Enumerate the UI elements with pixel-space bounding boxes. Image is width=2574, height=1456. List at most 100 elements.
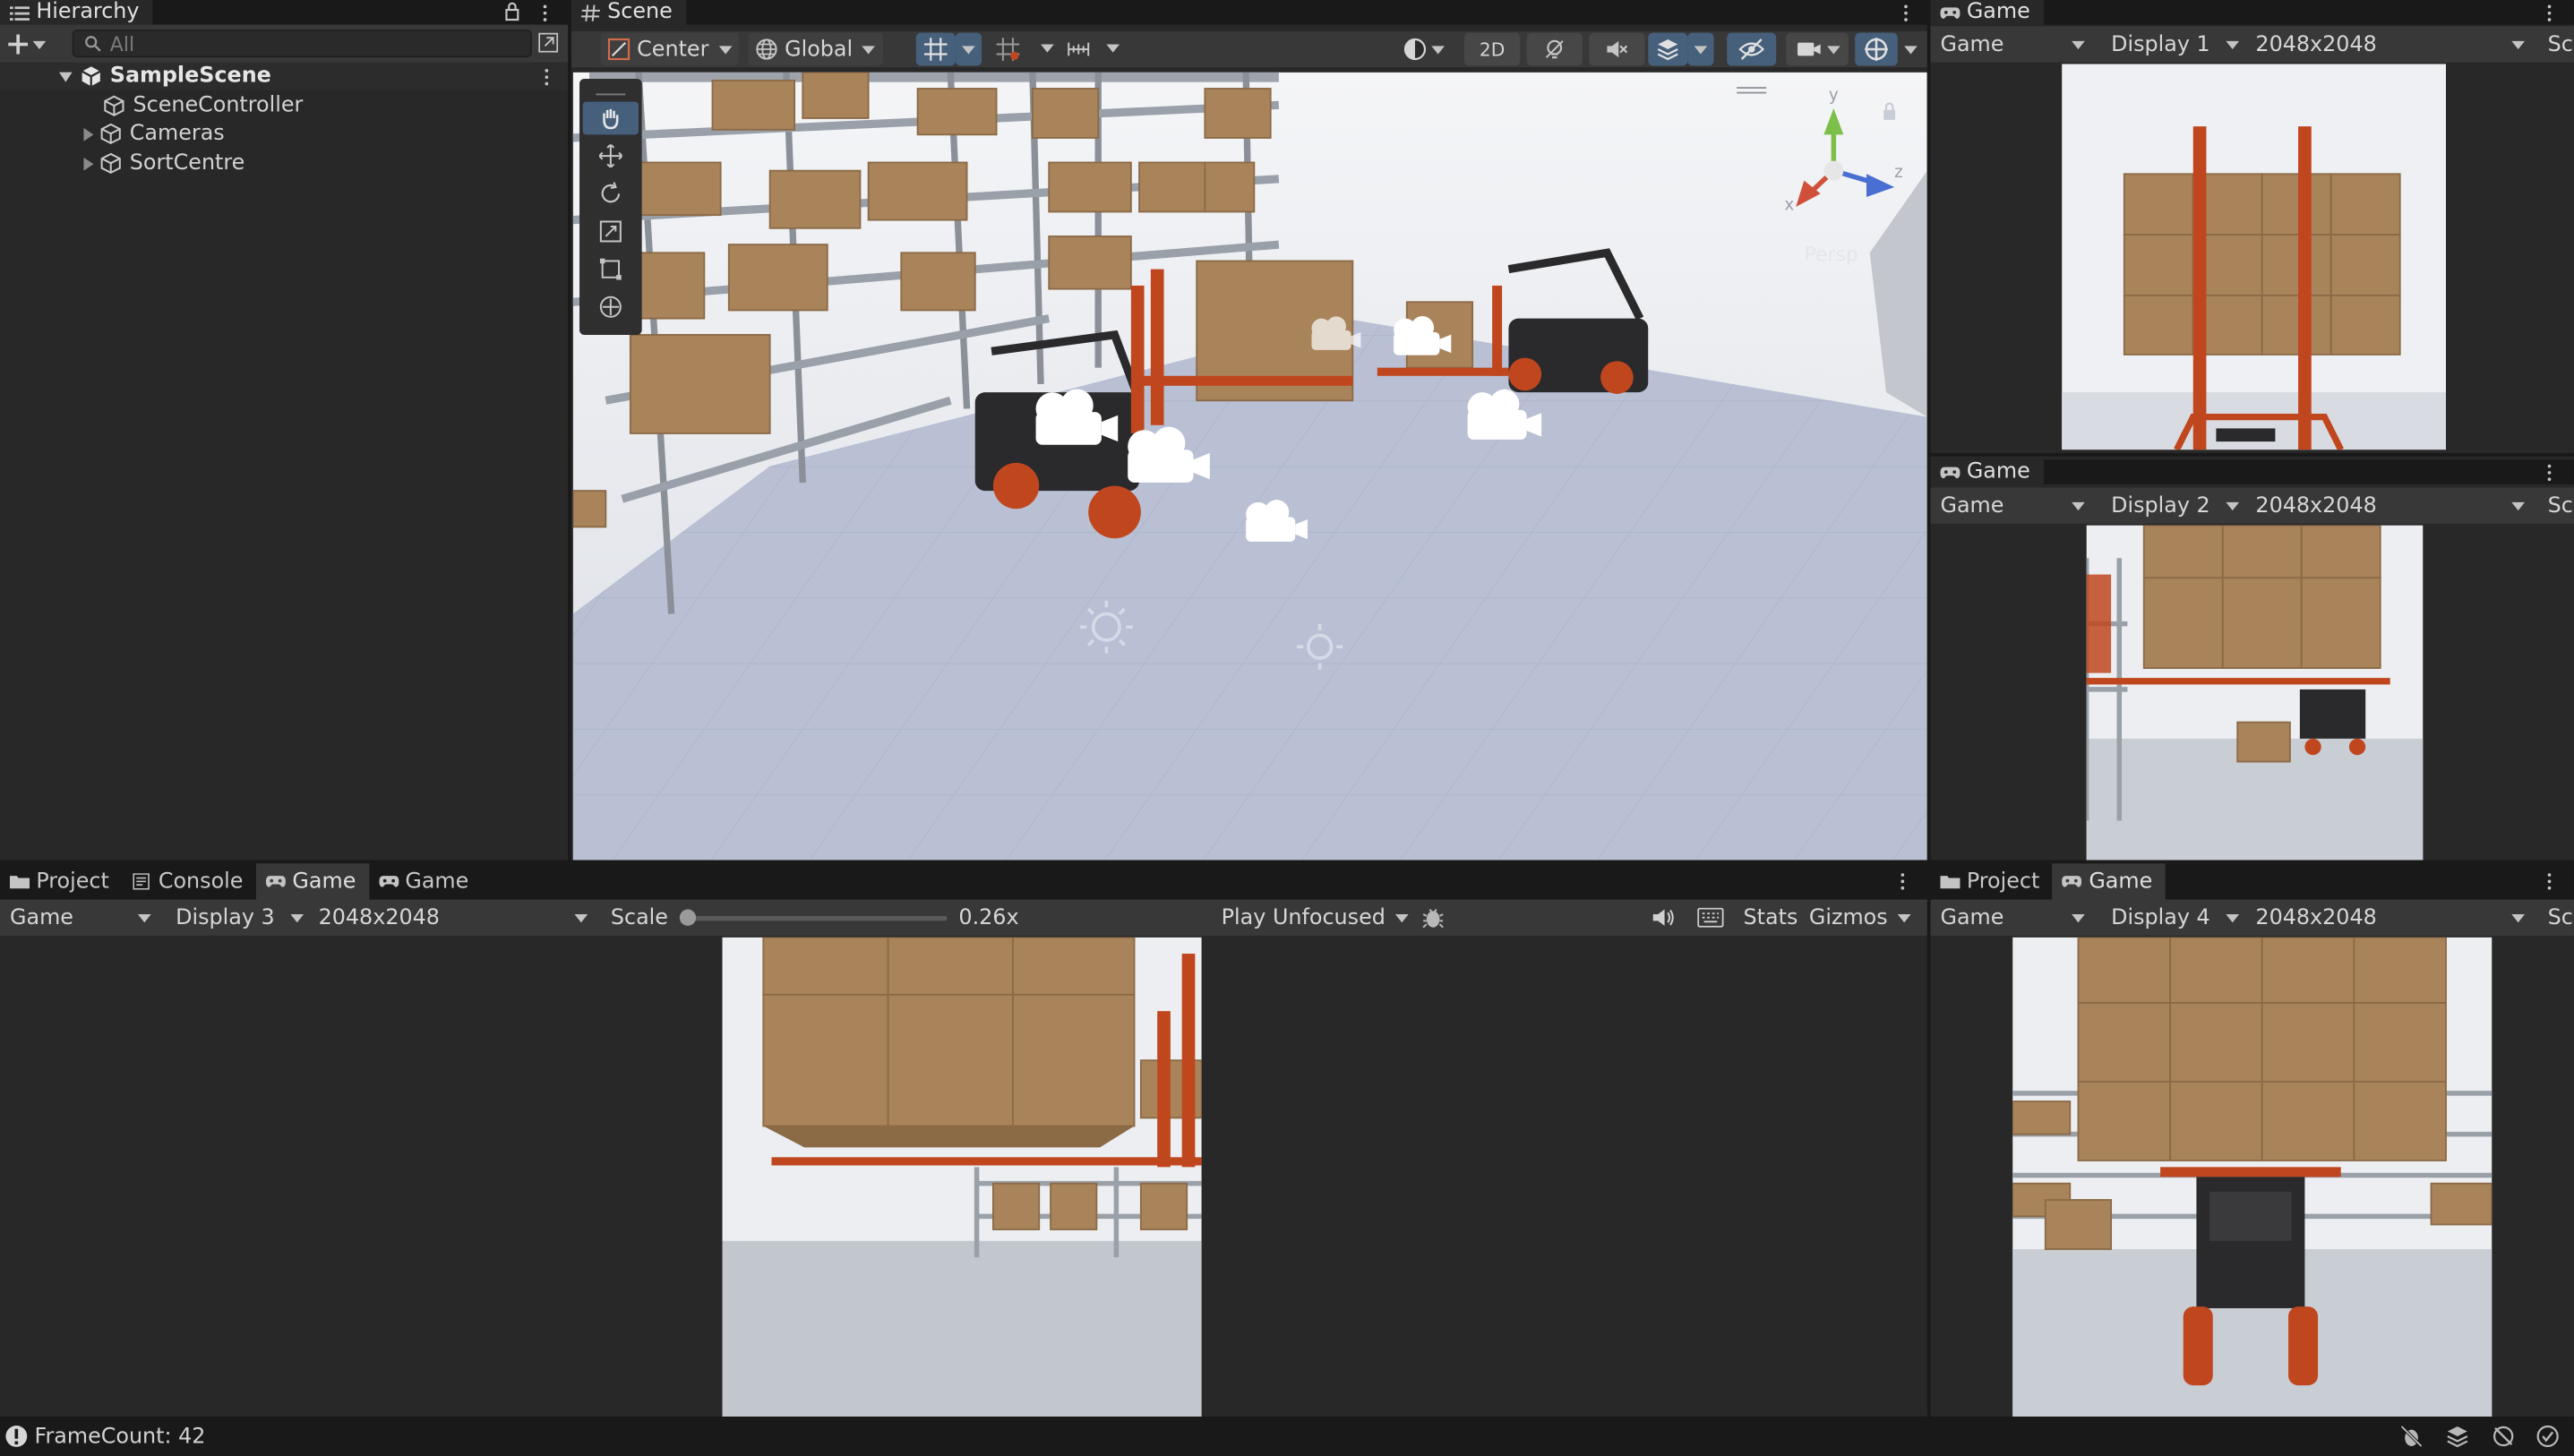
lighting-toggle-button[interactable]	[1526, 32, 1583, 66]
display-dropdown[interactable]: Display 1	[2105, 28, 2246, 61]
expand-arrow-icon[interactable]	[83, 127, 94, 141]
gizmos-dropdown[interactable]: Gizmos	[1803, 901, 1927, 934]
game-view-dropdown[interactable]: Game	[1934, 901, 2091, 934]
game-viewport-display3[interactable]	[0, 937, 1927, 1417]
display-dropdown[interactable]: Display 4	[2105, 901, 2246, 934]
display-dropdown[interactable]: Display 2	[2105, 489, 2246, 522]
overlay-handle[interactable]	[1737, 87, 1767, 94]
scene-row[interactable]: SampleScene	[0, 62, 569, 90]
resolution-dropdown[interactable]: 2048x2048	[2249, 489, 2531, 522]
resolution-dropdown[interactable]: 2048x2048	[2249, 901, 2531, 934]
tab-game-2[interactable]: Game	[369, 863, 482, 899]
scene-visibility-button[interactable]	[1727, 32, 1777, 66]
search-placeholder: All	[109, 31, 135, 56]
game-menu-icon[interactable]	[2541, 869, 2557, 893]
camera-settings-button[interactable]	[1786, 32, 1849, 66]
stats-button[interactable]: Stats	[1744, 905, 1798, 929]
shading-mode-dropdown[interactable]	[1392, 32, 1454, 66]
move-tool-button[interactable]	[583, 140, 639, 173]
scale-tool-button[interactable]	[583, 215, 639, 248]
chevron-down-icon[interactable]	[1041, 44, 1054, 53]
lightbulb-icon	[1545, 39, 1564, 59]
gizmos-dropdown[interactable]	[1897, 32, 1925, 66]
audio-toggle-button[interactable]	[1589, 32, 1645, 66]
hierarchy-item[interactable]: SortCentre	[83, 150, 245, 177]
tab-project[interactable]: Project	[0, 863, 123, 899]
speaker-icon[interactable]	[1652, 906, 1675, 929]
chevron-down-icon	[962, 45, 975, 54]
chevron-down-icon	[2072, 501, 2085, 510]
expand-arrow-icon[interactable]	[58, 71, 73, 81]
overlay-drag-handle[interactable]	[596, 82, 626, 96]
scene-menu-icon[interactable]	[538, 63, 554, 90]
space-dropdown[interactable]: Global	[748, 32, 884, 66]
lock-icon[interactable]	[504, 2, 520, 21]
grid-visibility-button[interactable]	[991, 32, 1025, 66]
bug-off-icon[interactable]	[2400, 1425, 2424, 1448]
check-circle-icon[interactable]	[2536, 1425, 2560, 1448]
rotate-tool-button[interactable]	[583, 177, 639, 210]
resolution-dropdown[interactable]: 2048x2048	[2249, 28, 2531, 61]
hand-tool-button[interactable]	[582, 101, 639, 135]
transform-tool-button[interactable]	[583, 290, 639, 323]
game-view-dropdown[interactable]: Game	[4, 901, 155, 934]
lock-icon[interactable]	[1882, 102, 1898, 122]
status-message[interactable]: FrameCount: 42	[34, 1424, 205, 1448]
rect-tool-button[interactable]	[583, 253, 639, 286]
search-icon	[85, 36, 101, 52]
game-viewport-display2[interactable]	[1930, 525, 2574, 861]
game-menu-icon[interactable]	[2541, 459, 2557, 484]
hierarchy-item[interactable]: Cameras	[83, 120, 225, 148]
chevron-down-icon	[1904, 45, 1918, 54]
toggle-2d-button[interactable]: 2D	[1463, 32, 1521, 66]
game-menu-icon[interactable]	[1894, 869, 1910, 893]
scale-slider[interactable]	[679, 909, 948, 926]
perspective-label[interactable]: Persp	[1804, 243, 1858, 266]
rotate-icon	[601, 182, 621, 203]
ruler-icon	[1068, 42, 1090, 56]
resolution-dropdown[interactable]: 2048x2048	[312, 901, 591, 934]
chevron-down-icon[interactable]	[1106, 44, 1120, 53]
display-dropdown[interactable]: Display 3	[169, 901, 307, 934]
bug-icon[interactable]	[1421, 906, 1445, 929]
open-window-icon[interactable]	[538, 32, 559, 53]
grid-snap-dropdown[interactable]	[955, 32, 982, 66]
game-view-dropdown[interactable]: Game	[1934, 489, 2091, 522]
tab-game[interactable]: Game	[2053, 863, 2166, 900]
hierarchy-menu-icon[interactable]	[536, 0, 553, 24]
expand-arrow-icon[interactable]	[83, 157, 94, 170]
pivot-mode-dropdown[interactable]: Center	[600, 32, 739, 66]
axis-label-x: x	[1784, 196, 1795, 216]
create-button[interactable]	[8, 34, 47, 55]
scale-slider-handle[interactable]	[679, 909, 697, 926]
tab-game[interactable]: Game	[1930, 0, 2044, 25]
effects-toggle-button[interactable]	[1648, 32, 1688, 66]
layers-icon[interactable]	[2446, 1425, 2469, 1448]
rect-transform-icon	[599, 258, 622, 280]
gizmos-toggle-button[interactable]	[1855, 32, 1898, 66]
game-menu-icon[interactable]	[2541, 0, 2557, 24]
game-viewport-display1[interactable]	[1930, 64, 2574, 450]
keyboard-icon[interactable]	[1697, 907, 1724, 928]
axis-label-y: y	[1828, 87, 1839, 106]
scene-tabbar: Scene	[571, 0, 1927, 25]
scene-viewport[interactable]: y z x Persp	[572, 72, 1927, 861]
tab-game[interactable]: Game	[1930, 459, 2044, 484]
hierarchy-item[interactable]: SceneController	[103, 92, 303, 120]
scene-menu-icon[interactable]	[1898, 0, 1914, 24]
search-input[interactable]: All	[72, 29, 532, 58]
warning-icon[interactable]	[4, 1425, 28, 1448]
move-icon	[599, 144, 622, 167]
tab-console[interactable]: Console	[123, 863, 257, 899]
tab-game[interactable]: Game	[256, 863, 370, 900]
play-mode-dropdown[interactable]: Play Unfocused	[1214, 901, 1411, 934]
effects-dropdown[interactable]	[1687, 32, 1714, 66]
grid-snap-button[interactable]	[915, 32, 956, 66]
game-view-dropdown[interactable]: Game	[1934, 28, 2091, 61]
tab-scene[interactable]: Scene	[571, 0, 686, 25]
tab-project[interactable]: Project	[1930, 863, 2053, 899]
game-viewport-display4[interactable]	[1930, 937, 2574, 1417]
network-off-icon[interactable]	[2492, 1425, 2515, 1448]
tab-hierarchy[interactable]: Hierarchy	[0, 0, 153, 25]
increment-snap-button[interactable]	[1060, 32, 1097, 66]
